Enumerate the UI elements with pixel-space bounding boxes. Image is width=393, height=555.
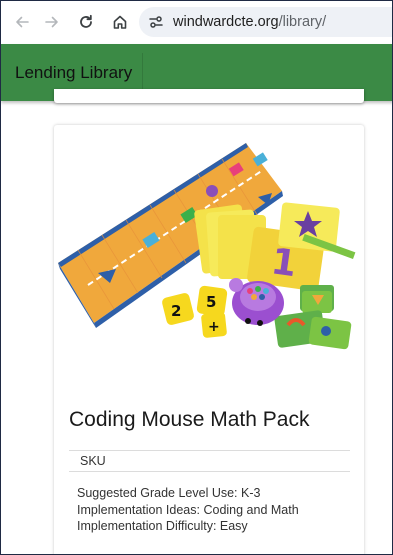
- svg-text:5: 5: [206, 293, 216, 311]
- svg-text:2: 2: [171, 302, 181, 320]
- implementation-ideas-text: Implementation Ideas: Coding and Math: [77, 502, 299, 517]
- title-divider: [69, 450, 350, 451]
- browser-window: windwardcte.org/library/ Lending Library: [0, 0, 393, 555]
- back-arrow-icon[interactable]: [7, 7, 37, 37]
- grade-level-text: Suggested Grade Level Use: K-3: [77, 486, 261, 500]
- product-image: 1 2 5 +: [58, 143, 356, 350]
- svg-text:+: +: [208, 319, 220, 335]
- url-text[interactable]: windwardcte.org/library/: [173, 14, 326, 30]
- sku-divider: [69, 471, 350, 472]
- implementation-difficulty-text: Implementation Difficulty: Easy: [77, 519, 248, 533]
- sku-label: SKU: [80, 454, 106, 468]
- product-title: Coding Mouse Math Pack: [69, 408, 310, 431]
- site-info-icon[interactable]: [143, 9, 169, 35]
- url-host: windwardcte.org: [173, 14, 279, 30]
- home-icon[interactable]: [105, 7, 135, 37]
- address-bar[interactable]: windwardcte.org/library/: [139, 7, 392, 37]
- reload-icon[interactable]: [71, 7, 101, 37]
- url-path: /library/: [278, 14, 327, 30]
- previous-card-edge: [54, 89, 364, 103]
- forward-arrow-icon[interactable]: [37, 7, 67, 37]
- product-details: Suggested Grade Level Use: K-3 Implement…: [77, 485, 299, 535]
- site-brand-link[interactable]: Lending Library: [15, 52, 144, 93]
- browser-toolbar: windwardcte.org/library/: [1, 1, 392, 43]
- product-card[interactable]: 1 2 5 + Coding Mouse Math Pack SKU Sugge…: [54, 125, 364, 554]
